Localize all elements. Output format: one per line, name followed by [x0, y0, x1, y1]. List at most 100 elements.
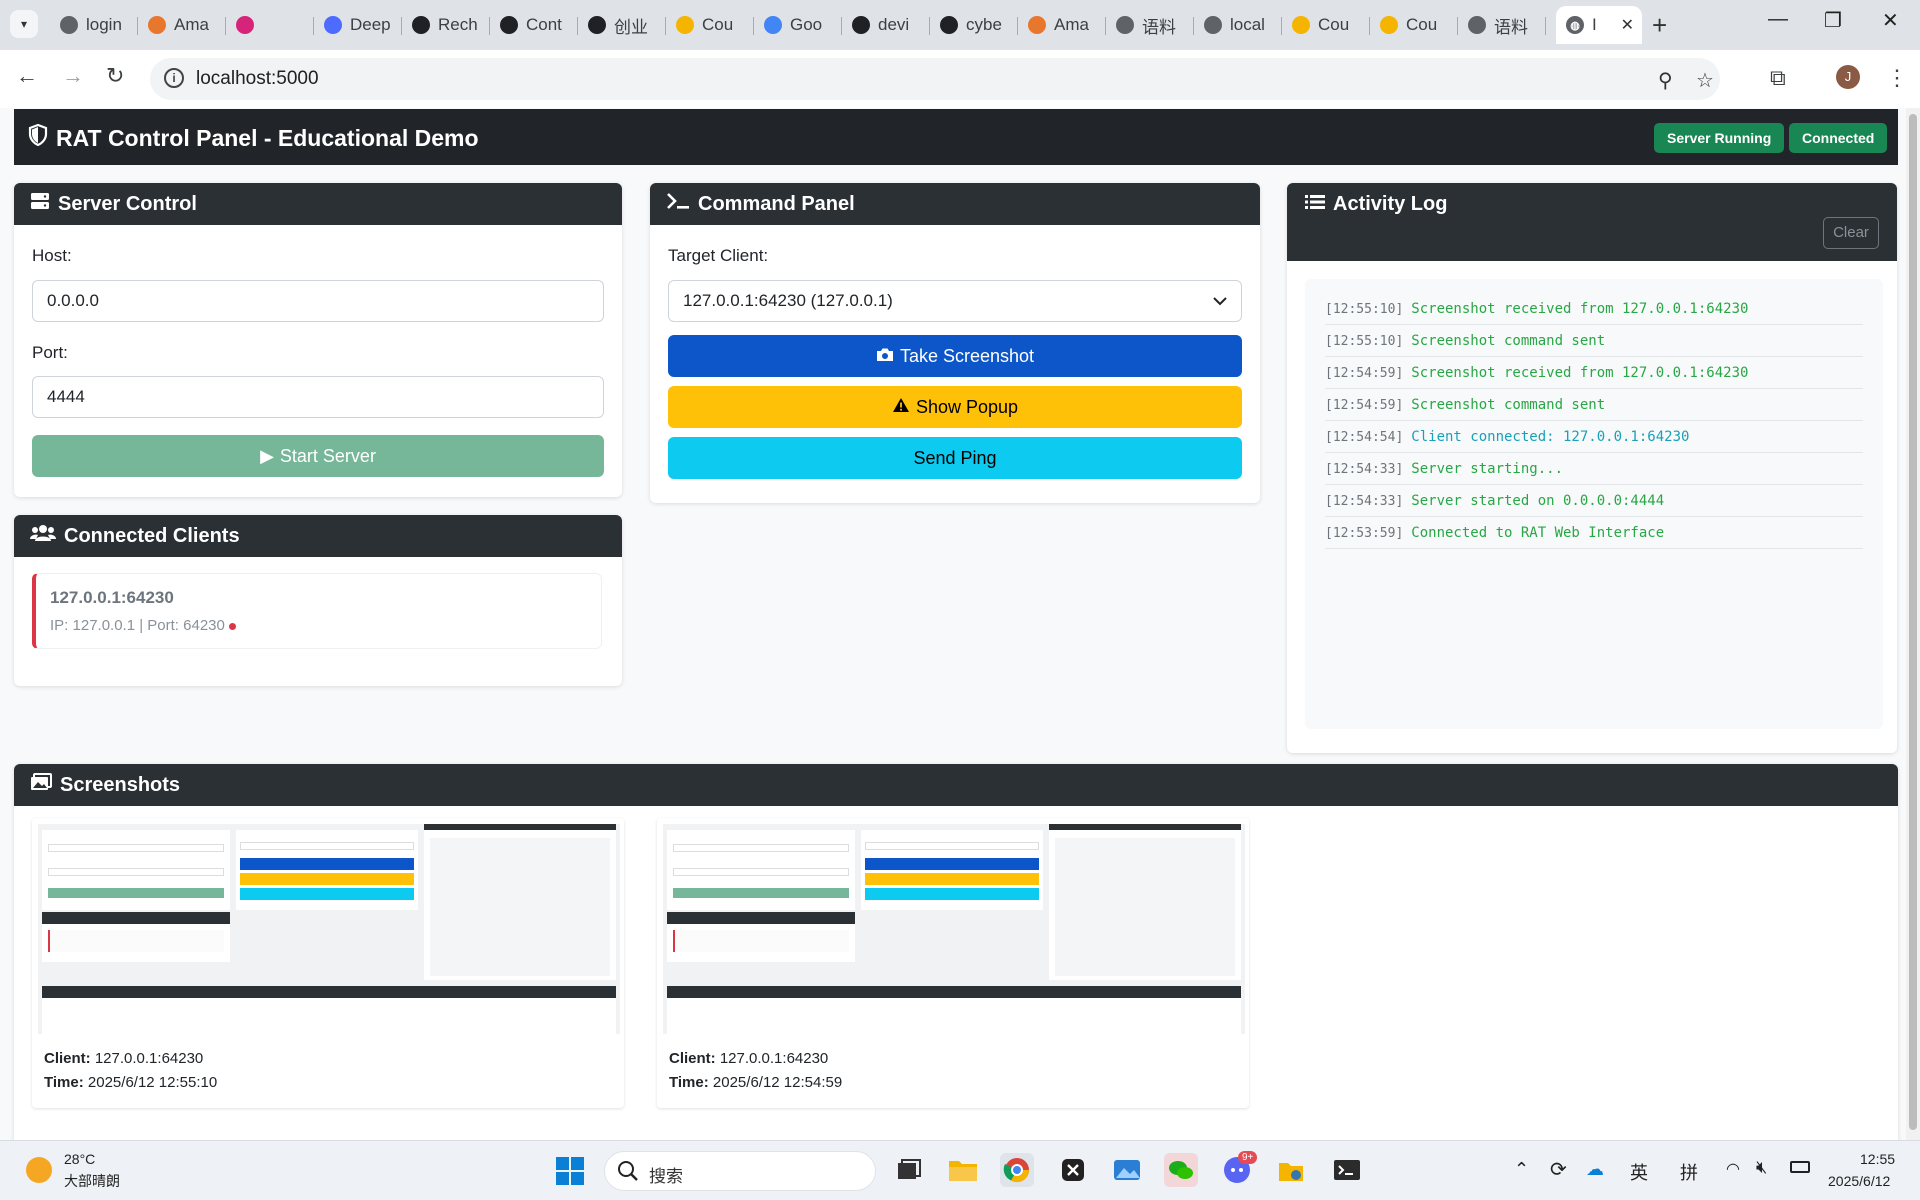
weather-temp[interactable]: 28°C — [64, 1151, 95, 1167]
site-info-icon[interactable]: i — [164, 68, 184, 88]
browser-tab[interactable]: Cou — [1282, 6, 1370, 44]
screenshot-thumbnail[interactable] — [38, 824, 620, 1034]
tab-title: Ama — [174, 15, 209, 34]
log-timestamp: [12:54:33] — [1325, 494, 1404, 509]
chrome-icon[interactable] — [1000, 1153, 1034, 1187]
clear-log-button[interactable]: Clear — [1823, 217, 1879, 249]
forward-button[interactable]: → — [62, 63, 84, 89]
send-ping-button[interactable]: Send Ping — [668, 437, 1242, 479]
close-tab-icon[interactable]: ✕ — [1621, 15, 1634, 35]
tab-title: Rech — [438, 15, 478, 34]
target-client-select[interactable]: 127.0.0.1:64230 (127.0.0.1) — [668, 280, 1242, 322]
restore-button[interactable]: ❐ — [1824, 8, 1842, 33]
thumb-start-button — [673, 888, 849, 898]
taskbar-search[interactable]: 搜索 — [604, 1151, 876, 1191]
browser-tab[interactable]: devi — [842, 6, 930, 44]
log-message: Screenshot command sent — [1411, 333, 1606, 349]
command-panel-header: Command Panel — [650, 183, 1260, 225]
browser-tab[interactable]: 创业 — [578, 6, 666, 44]
connection-status-badge: Connected — [1789, 123, 1888, 153]
start-windows-icon[interactable] — [556, 1157, 584, 1190]
url-text[interactable]: localhost:5000 — [196, 68, 319, 90]
browser-tab[interactable]: Cou — [1370, 6, 1458, 44]
browser-tab[interactable]: Cou — [666, 6, 754, 44]
wifi-icon[interactable]: ◠ — [1726, 1159, 1740, 1179]
profile-avatar[interactable]: J — [1836, 65, 1860, 89]
close-window-button[interactable]: ✕ — [1882, 8, 1899, 33]
tray-chevron-up-icon[interactable]: ⌃ — [1514, 1159, 1529, 1180]
tab-title: cybe — [966, 15, 1002, 34]
browser-tab[interactable]: Ama — [1018, 6, 1106, 44]
tab-favicon-icon — [1028, 16, 1046, 34]
clock-date[interactable]: 2025/6/12 — [1828, 1173, 1890, 1189]
browser-tab[interactable]: cybe — [930, 6, 1018, 44]
thumb-input — [48, 844, 224, 852]
browser-toolbar: ← → ↻ i localhost:5000 ⚲ ☆ ⧉ J ⋮ — [0, 50, 1920, 108]
browser-tab[interactable]: Rech — [402, 6, 490, 44]
tab-favicon-icon — [412, 16, 430, 34]
back-button[interactable]: ← — [16, 63, 38, 89]
screenshot-item[interactable]: Client: 127.0.0.1:64230 Time: 2025/6/12 1… — [32, 818, 624, 1108]
browser-tab[interactable]: 语料 — [1458, 6, 1546, 44]
page-scrollbar[interactable] — [1906, 108, 1920, 1140]
task-view-icon[interactable] — [892, 1153, 926, 1187]
port-input[interactable]: 4444 — [32, 376, 604, 418]
browser-tab[interactable]: local — [1194, 6, 1282, 44]
minimize-button[interactable]: — — [1768, 8, 1788, 31]
log-entry: [12:55:10] Screenshot received from 127.0… — [1325, 293, 1863, 325]
host-input[interactable]: 0.0.0.0 — [32, 280, 604, 322]
take-screenshot-button[interactable]: Take Screenshot — [668, 335, 1242, 377]
browser-tab[interactable] — [226, 6, 314, 44]
connected-clients-header: Connected Clients — [14, 515, 622, 557]
tab-favicon-icon — [500, 16, 518, 34]
browser-tab[interactable]: Ama — [138, 6, 226, 44]
show-popup-button[interactable]: Show Popup — [668, 386, 1242, 428]
time-caption-label: Time: — [44, 1074, 84, 1091]
reload-button[interactable]: ↻ — [106, 63, 124, 89]
start-server-button[interactable]: ▶ Start Server — [32, 435, 604, 477]
screenshot-thumbnail[interactable] — [663, 824, 1245, 1034]
ime-mode[interactable]: 拼 — [1680, 1159, 1698, 1185]
server-icon — [30, 192, 50, 216]
tray-sync-icon[interactable]: ⟳ — [1550, 1157, 1567, 1182]
address-bar[interactable]: i localhost:5000 ⚲ ☆ — [150, 58, 1720, 100]
screenshot-item[interactable]: Client: 127.0.0.1:64230 Time: 2025/6/12 1… — [657, 818, 1249, 1108]
browser-tab[interactable]: Goo — [754, 6, 842, 44]
photos-icon[interactable] — [1110, 1153, 1144, 1187]
browser-tab[interactable]: Deep — [314, 6, 402, 44]
thumb-screenshots-panel — [667, 986, 1241, 1034]
tab-active[interactable]: ◍ I ✕ — [1556, 6, 1642, 44]
file-explorer-icon[interactable] — [946, 1153, 980, 1187]
client-meta-text: IP: 127.0.0.1 | Port: 64230 — [50, 617, 225, 634]
terminal-app-icon[interactable] — [1330, 1153, 1364, 1187]
thumb-screenshots-panel — [42, 986, 616, 1034]
send-ping-label: Send Ping — [913, 447, 997, 468]
tab-title: Ama — [1054, 15, 1089, 34]
new-tab-button[interactable]: + — [1652, 10, 1667, 41]
onedrive-icon[interactable]: ☁ — [1586, 1159, 1604, 1180]
ime-language[interactable]: 英 — [1630, 1159, 1648, 1185]
client-item[interactable]: 127.0.0.1:64230 IP: 127.0.0.1 | Port: 64… — [32, 573, 602, 649]
wechat-icon[interactable] — [1164, 1153, 1198, 1187]
browser-tab[interactable]: Cont — [490, 6, 578, 44]
log-entry: [12:53:59] Connected to RAT Web Interface — [1325, 517, 1863, 549]
log-entry: [12:55:10] Screenshot command sent — [1325, 325, 1863, 357]
scrollbar-thumb[interactable] — [1909, 114, 1917, 1130]
python-folder-icon[interactable] — [1274, 1153, 1308, 1187]
app-black-icon[interactable] — [1056, 1153, 1090, 1187]
activity-log-list: [12:55:10] Screenshot received from 127.0… — [1305, 279, 1883, 729]
battery-icon[interactable] — [1790, 1161, 1810, 1173]
browser-tab[interactable]: 语料 — [1106, 6, 1194, 44]
clock-time[interactable]: 12:55 — [1860, 1151, 1895, 1167]
activity-log-heading: Activity Log — [1305, 193, 1447, 216]
tab-favicon-icon — [1468, 16, 1486, 34]
menu-kebab-icon[interactable]: ⋮ — [1886, 65, 1908, 91]
bookmark-star-icon[interactable]: ☆ — [1696, 68, 1714, 93]
zoom-icon[interactable]: ⚲ — [1658, 68, 1673, 93]
screenshot-client: 127.0.0.1:64230 — [94, 1050, 204, 1067]
extensions-icon[interactable]: ⧉ — [1770, 65, 1786, 91]
weather-desc[interactable]: 大部晴朗 — [64, 1171, 120, 1191]
browser-tab[interactable]: login — [50, 6, 138, 44]
speaker-muted-icon[interactable]: 🔇︎ — [1756, 1157, 1767, 1178]
tab-search-button[interactable]: ▾ — [10, 10, 38, 38]
